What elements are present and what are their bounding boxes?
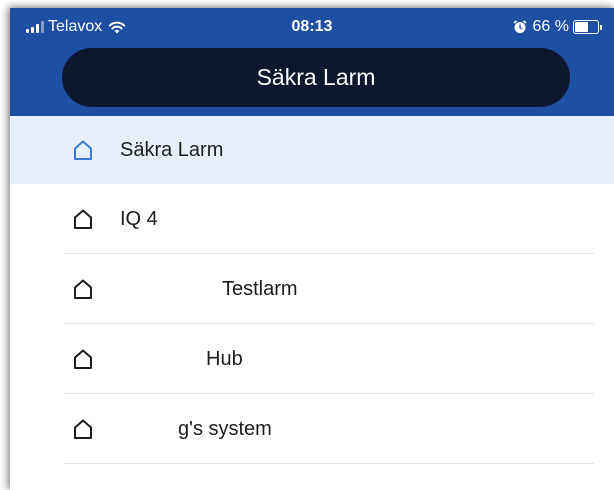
list-item[interactable]: Testlarm (10, 254, 614, 324)
app-header: Telavox 08:13 66 % Säkra Larm (10, 8, 614, 116)
battery-icon (573, 20, 599, 34)
battery-percent: 66 % (532, 18, 569, 35)
status-bar: Telavox 08:13 66 % (10, 8, 614, 46)
list-item[interactable]: Säkra Larm (10, 116, 614, 184)
list-item-label: IQ 4 (120, 207, 158, 230)
list-item-label: Hub (206, 347, 243, 370)
battery-nub (600, 24, 602, 30)
page-title: Säkra Larm (62, 48, 570, 107)
home-icon (74, 209, 92, 229)
list-item[interactable]: g's system (10, 394, 614, 464)
phone-screen: Telavox 08:13 66 % Säkra Larm Säkra Larm… (10, 8, 614, 490)
list-item-label: Testlarm (222, 277, 298, 300)
battery-fill (575, 22, 588, 32)
home-icon (74, 140, 92, 160)
home-icon (74, 279, 92, 299)
divider (64, 463, 594, 464)
status-right: 66 % (513, 18, 602, 36)
list-item-label: Säkra Larm (120, 138, 224, 161)
home-icon (74, 349, 92, 369)
list-item[interactable]: Hub (10, 324, 614, 394)
list-item-label: g's system (178, 417, 272, 440)
alarm-icon (513, 20, 527, 33)
home-icon (74, 419, 92, 439)
list-item[interactable]: IQ 4 (10, 184, 614, 254)
system-list: Säkra Larm IQ 4 Testlarm Hub g's system (10, 116, 614, 464)
